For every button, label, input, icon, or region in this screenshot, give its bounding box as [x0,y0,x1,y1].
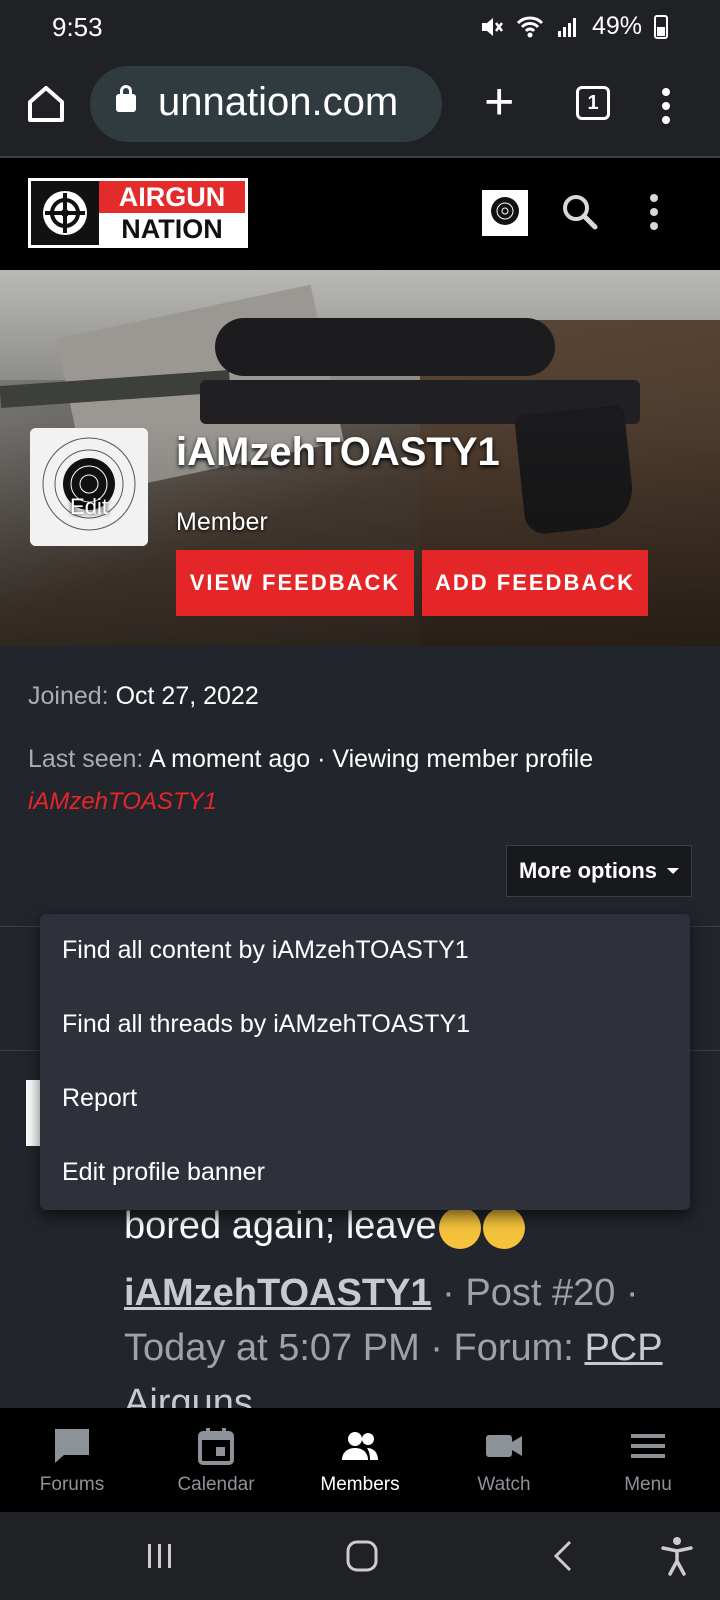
back-icon[interactable] [548,1538,578,1574]
battery-percent: 49% [591,12,642,40]
post-author-link[interactable]: iAMzehTOASTY1 [124,1272,432,1314]
joined-row: Joined: Oct 27, 2022 [28,682,259,711]
add-feedback-button[interactable]: ADD FEEDBACK [422,550,648,616]
accessibility-icon[interactable] [660,1536,694,1576]
profile-avatar[interactable]: Edit [30,428,148,546]
url-text: unnation.com [158,80,399,124]
joined-value: Oct 27, 2022 [115,682,259,710]
site-logo[interactable]: AIRGUN NATION [28,178,248,248]
site-menu-icon[interactable] [650,194,658,230]
more-options-menu: Find all content by iAMzehTOASTY1 Find a… [40,914,690,1210]
joined-label: Joined: [28,682,109,710]
menu-item-find-threads[interactable]: Find all threads by iAMzehTOASTY1 [62,1010,470,1039]
status-time: 9:53 [52,12,103,42]
new-tab-button[interactable]: + [484,72,514,132]
browser-toolbar: unnation.com + 1 [0,54,720,158]
user-avatar[interactable] [482,190,528,236]
post-time: Today at 5:07 PM [124,1327,420,1369]
post-meta: iAMzehTOASTY1 · Post #20 · Today at 5:07… [124,1272,663,1424]
status-bar: 9:53 49% [0,0,720,54]
tab-label: Members [320,1474,400,1495]
site-header: AIRGUN NATION [0,158,720,270]
recent-apps-icon[interactable] [144,1540,176,1572]
android-navigation-bar [0,1512,720,1600]
mute-icon [481,17,503,36]
post-number: Post #20 [465,1272,616,1314]
crosshair-icon [31,181,99,245]
tab-members[interactable]: Members [288,1408,432,1512]
tab-switcher-button[interactable]: 1 [576,86,610,120]
tab-label: Watch [477,1474,531,1495]
last-seen-profile-link[interactable]: iAMzehTOASTY1 [28,788,217,816]
profile-username: iAMzehTOASTY1 [176,430,500,474]
forum-label: Forum: [453,1327,574,1369]
tab-menu[interactable]: Menu [576,1408,720,1512]
forums-icon [52,1426,92,1466]
avatar-edit-label[interactable]: Edit [30,494,148,520]
view-feedback-button[interactable]: VIEW FEEDBACK [176,550,414,616]
last-seen-label: Last seen: [28,745,144,773]
search-icon[interactable] [560,192,600,232]
calendar-icon [196,1426,236,1466]
logo-text-nation: NATION [99,213,245,245]
address-bar[interactable]: unnation.com [90,66,442,142]
menu-item-report[interactable]: Report [62,1084,137,1113]
bottom-tab-bar: Forums Calendar Members Watch Menu [0,1408,720,1512]
laughing-emoji-icon [482,1206,525,1249]
tab-watch[interactable]: Watch [432,1408,576,1512]
battery-icon [654,14,668,39]
tab-label: Menu [624,1474,672,1495]
tab-label: Calendar [177,1474,255,1495]
browser-menu-icon[interactable] [662,88,670,124]
menu-item-find-content[interactable]: Find all content by iAMzehTOASTY1 [62,936,469,965]
tab-forums[interactable]: Forums [0,1408,144,1512]
video-icon [484,1426,524,1466]
more-options-label: More options [518,858,658,883]
more-options-button[interactable]: More options [506,845,692,897]
tab-label: Forums [39,1474,105,1495]
lock-icon [116,85,136,112]
home-icon[interactable] [22,80,70,128]
flushed-emoji-icon [438,1206,481,1249]
tab-calendar[interactable]: Calendar [144,1408,288,1512]
menu-icon [628,1426,668,1466]
profile-role: Member [176,508,268,536]
menu-item-edit-banner[interactable]: Edit profile banner [62,1158,265,1187]
post-snippet[interactable]: bored again; leave [124,1205,525,1249]
caret-down-icon [667,868,680,874]
last-seen-row: Last seen: A moment ago · Viewing member… [28,745,593,774]
target-icon [30,428,148,546]
logo-text-airgun: AIRGUN [99,181,245,213]
wifi-icon [516,16,544,37]
last-seen-value: A moment ago · Viewing member profile [148,745,594,773]
home-nav-icon[interactable] [344,1538,380,1574]
signal-icon [557,17,576,37]
members-icon [340,1426,380,1466]
